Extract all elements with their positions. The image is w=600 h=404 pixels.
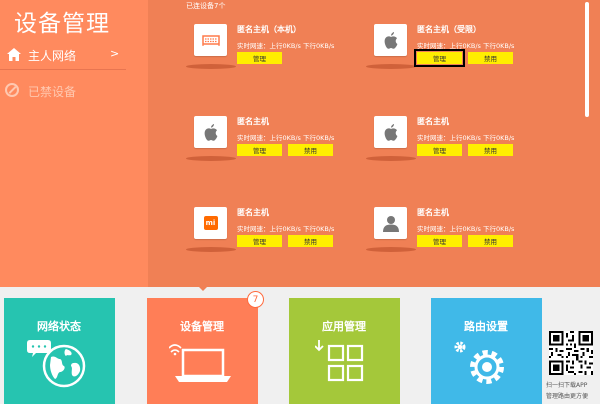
ban-button[interactable]: 禁用 (468, 52, 513, 64)
chevron-right-icon: > (110, 47, 120, 60)
home-icon (7, 48, 21, 61)
sidebar: 设备管理 主人网络 > 已禁设备 (0, 0, 148, 287)
sidebar-item-label: 主人网络 (28, 49, 77, 63)
card-shadow (366, 64, 416, 69)
device-card: 匿名主机（受限） 实时网速：上行0KB/s 下行0KB/s 管理 禁用 (366, 24, 544, 84)
sidebar-item-label: 已禁设备 (28, 85, 77, 99)
card-shadow (186, 64, 236, 69)
ban-icon (5, 83, 19, 97)
connected-count: 已连设备7个 (186, 2, 226, 10)
ban-button[interactable]: 禁用 (288, 235, 333, 247)
manage-button[interactable]: 管理 (417, 144, 462, 156)
qr-caption-line2: 管理路由更方便 (546, 393, 589, 400)
sidebar-item-host-network[interactable]: 主人网络 > (0, 40, 126, 70)
device-name: 匿名主机 (417, 208, 449, 217)
manage-button[interactable]: 管理 (417, 235, 462, 247)
tile-app-management[interactable]: 应用管理 (289, 298, 400, 404)
person-icon (374, 207, 407, 239)
device-card: mi 匿名主机 实时网速：上行0KB/s 下行0KB/s 管理 禁用 (186, 207, 364, 267)
device-card: 匿名主机 实时网速：上行0KB/s 下行0KB/s 管理 禁用 (366, 207, 544, 267)
tile-router-settings[interactable]: 路由设置 (431, 298, 542, 404)
tile-network-status[interactable]: 网络状态 (4, 298, 115, 404)
tile-device-management[interactable]: 设备管理 (147, 298, 258, 404)
card-shadow (186, 156, 236, 161)
tile-label: 应用管理 (322, 320, 366, 333)
device-card: 匿名主机 实时网速：上行0KB/s 下行0KB/s 管理 禁用 (186, 116, 364, 176)
device-speed: 实时网速：上行0KB/s 下行0KB/s (417, 225, 515, 233)
device-speed: 实时网速：上行0KB/s 下行0KB/s (417, 134, 515, 142)
sidebar-item-banned-devices[interactable]: 已禁设备 (0, 75, 126, 105)
xiaomi-icon: mi (194, 207, 227, 239)
device-speed: 实时网速：上行0KB/s 下行0KB/s (417, 42, 515, 50)
globe-icon (27, 340, 86, 388)
router-icon (194, 24, 227, 56)
device-speed: 实时网速：上行0KB/s 下行0KB/s (237, 225, 335, 233)
apple-icon (194, 116, 227, 148)
page-title: 设备管理 (14, 11, 110, 37)
ban-button[interactable]: 禁用 (468, 144, 513, 156)
scrollbar[interactable] (585, 2, 589, 117)
device-name: 匿名主机 (417, 117, 449, 126)
apps-grid-icon (315, 340, 364, 382)
device-speed: 实时网速：上行0KB/s 下行0KB/s (237, 134, 335, 142)
apple-icon (374, 116, 407, 148)
ban-button[interactable]: 禁用 (288, 144, 333, 156)
device-management-panel: 设备管理 主人网络 > 已禁设备 已连设备7个 匿名主机（本机） 实时网速：上行… (0, 0, 600, 287)
device-card: 匿名主机 实时网速：上行0KB/s 下行0KB/s 管理 禁用 (366, 116, 544, 176)
manage-button[interactable]: 管理 (237, 235, 282, 247)
tile-label: 设备管理 (180, 320, 224, 333)
manage-button[interactable]: 管理 (414, 49, 465, 67)
xiaomi-logo: mi (203, 216, 218, 230)
tile-label: 网络状态 (37, 320, 81, 333)
card-shadow (366, 156, 416, 161)
ban-button[interactable]: 禁用 (468, 235, 513, 247)
device-list-area: 已连设备7个 匿名主机（本机） 实时网速：上行0KB/s 下行0KB/s 管理 (148, 0, 600, 287)
card-shadow (186, 247, 236, 252)
device-card: 匿名主机（本机） 实时网速：上行0KB/s 下行0KB/s 管理 (186, 24, 364, 84)
device-count-badge: 7 (247, 291, 264, 308)
laptop-icon (169, 344, 231, 382)
card-shadow (366, 247, 416, 252)
device-name: 匿名主机（本机） (237, 25, 301, 34)
qr-code (549, 331, 593, 375)
device-speed: 实时网速：上行0KB/s 下行0KB/s (237, 42, 335, 50)
device-name: 匿名主机（受限） (417, 25, 481, 34)
tile-label: 路由设置 (464, 320, 508, 333)
apple-icon (374, 24, 407, 56)
qr-caption-line1: 扫一扫下载APP (546, 382, 588, 389)
gear-icon (454, 341, 504, 384)
manage-button[interactable]: 管理 (237, 52, 282, 64)
active-tile-pointer (197, 285, 209, 291)
manage-button[interactable]: 管理 (237, 144, 282, 156)
device-name: 匿名主机 (237, 208, 269, 217)
device-name: 匿名主机 (237, 117, 269, 126)
